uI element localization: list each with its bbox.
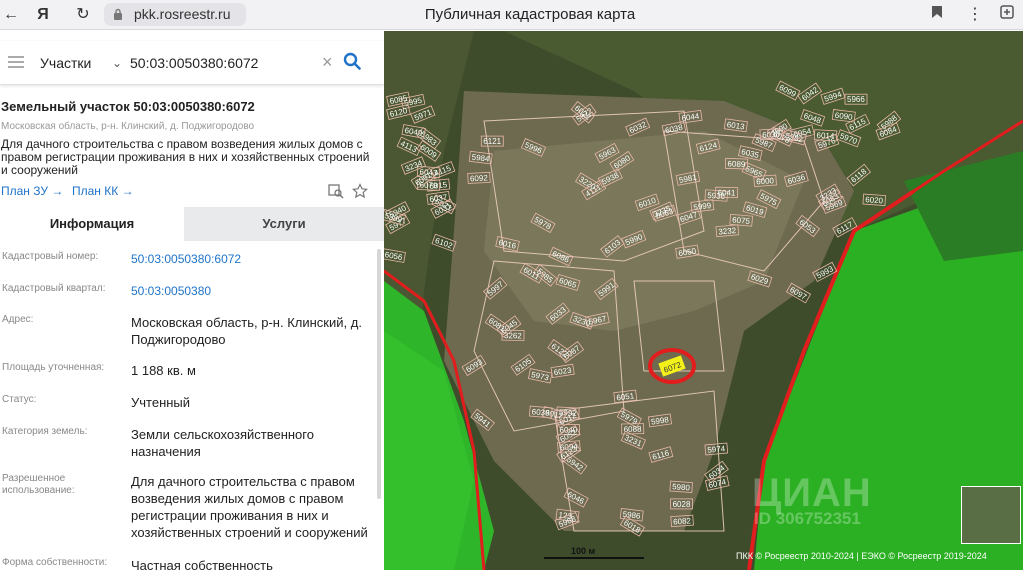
parcel-lot[interactable]: 6092 (467, 171, 491, 184)
info-panel: Участки ⌄ × Земельный участок 50:03:0050… (0, 31, 384, 570)
extension-icon[interactable] (996, 4, 1018, 26)
back-icon[interactable]: ← (0, 4, 22, 26)
bookmark-icon[interactable] (926, 4, 948, 26)
row-value: Учтенный (131, 395, 191, 410)
map-copyright: ПКК © Росреестр 2010-2024 | ЕЭКО © Росре… (736, 551, 987, 561)
parcel-lot[interactable]: 5974 (704, 442, 729, 456)
page-title: Публичная кадастровая карта (424, 6, 636, 23)
parcel-lot[interactable]: 6000 (753, 174, 777, 187)
parcel-lot-label: 5966 (847, 95, 865, 104)
row-value: Частная собственность (131, 558, 273, 570)
address-bar[interactable]: pkk.rosreestr.ru (104, 3, 246, 26)
row-label: Статус: (2, 394, 37, 405)
find-on-map-icon[interactable] (328, 183, 344, 199)
row-label: Адрес: (2, 314, 34, 325)
search-input[interactable] (130, 51, 320, 75)
parcel-lot-label: 6039 (531, 407, 550, 418)
search-type-select[interactable]: Участки (40, 41, 91, 85)
row-label: Форма собственности: (2, 557, 108, 568)
parcel-lot-label: 6121 (483, 137, 501, 146)
row-value: Земли сельскохозяйственного назначения (131, 427, 314, 459)
map-canvas[interactable]: 4111326212359655966594059385941594259366… (384, 31, 1023, 570)
parcel-lot[interactable]: 6014 (813, 129, 838, 142)
plan-zu-link[interactable]: План ЗУ → (1, 184, 63, 198)
parcel-lot[interactable]: 6121 (480, 135, 504, 147)
parcel-lot[interactable]: 5966 (844, 93, 868, 105)
parcel-description: Для дачного строительства с правом возве… (1, 137, 370, 177)
parcel-lot[interactable]: 6028 (670, 498, 694, 510)
tab-services[interactable]: Услуги (184, 207, 384, 241)
parcel-lot[interactable]: 6089 (724, 157, 749, 170)
parcel-lot-label: 6082 (673, 516, 692, 526)
row-label: Категория земель: (2, 426, 88, 437)
row-value: Для дачного строительства с правом возве… (131, 474, 368, 540)
parcel-lot[interactable]: 6075 (729, 213, 754, 227)
star-icon[interactable] (352, 183, 368, 199)
parcel-lot[interactable]: 6039 (528, 405, 553, 419)
row-value: 1 188 кв. м (131, 363, 196, 378)
search-icon[interactable] (343, 52, 361, 70)
parcel-lot[interactable]: 6041 (715, 186, 739, 198)
parcel-lot-label: 6020 (865, 195, 884, 205)
reload-icon[interactable]: ↻ (72, 4, 94, 26)
parcel-lot-label: 6089 (727, 159, 746, 169)
parcel-lot-label: 3232 (718, 226, 737, 237)
chevron-down-icon[interactable]: ⌄ (112, 56, 122, 70)
parcel-lot-label: 5980 (672, 482, 691, 492)
cian-watermark-id: ID 306752351 (754, 509, 861, 528)
yandex-logo-icon[interactable]: Я (32, 4, 54, 26)
lock-icon (114, 8, 122, 20)
search-bar: Участки ⌄ × (0, 41, 384, 85)
more-menu-icon[interactable]: ⋮ (964, 4, 986, 26)
panel-scrollbar[interactable] (377, 249, 381, 499)
parcel-lot-label: 6000 (756, 176, 775, 186)
parcel-lot-label: 6014 (816, 131, 835, 141)
parcel-lot[interactable]: 5984 (468, 150, 493, 165)
parcel-lot[interactable]: 6020 (862, 193, 887, 206)
parcel-lot[interactable]: 3232 (715, 224, 740, 238)
cadastral-quarter-link[interactable]: 50:03:0050380 (131, 283, 376, 300)
parcel-lot-label: 6075 (732, 215, 751, 226)
parcel-title: Земельный участок 50:03:0050380:6072 (1, 99, 255, 114)
row-label: Кадастровый квартал: (2, 283, 106, 294)
parcel-lot-label: 6028 (673, 500, 691, 509)
url-text: pkk.rosreestr.ru (134, 6, 231, 22)
cadastral-number-link[interactable]: 50:03:0050380:6072 (131, 251, 376, 268)
parcel-lot[interactable]: 6051 (613, 389, 638, 404)
minimap[interactable] (961, 486, 1021, 544)
parcel-lot[interactable]: 5980 (669, 480, 693, 493)
row-label: Площадь уточненная: (2, 362, 105, 373)
row-label: Разрешенное использование: (2, 473, 75, 496)
row-value: Московская область, р-н. Клинский, д. По… (131, 315, 362, 347)
cadastral-map[interactable]: 4111 3262 123 5965 5966 5940 5938 5941 5942 5936 6… (384, 31, 1023, 570)
plan-kk-link[interactable]: План КК → (72, 184, 134, 198)
tab-information[interactable]: Информация (0, 207, 184, 241)
hamburger-menu-icon[interactable] (8, 56, 24, 68)
row-label: Кадастровый номер: (2, 251, 99, 262)
browser-toolbar: ← Я ↻ pkk.rosreestr.ru Публичная кадастр… (0, 0, 1023, 30)
panel-tabs: Информация Услуги (0, 207, 384, 241)
parcel-lot[interactable]: 6090 (831, 109, 856, 123)
parcel-lot[interactable]: 6082 (670, 514, 694, 528)
parcel-address: Московская область, р-н. Клинский, д. По… (1, 121, 255, 132)
parcel-lot-label: 6041 (718, 188, 737, 197)
parcel-lot-label: 5974 (707, 444, 726, 455)
clear-icon[interactable]: × (322, 52, 333, 72)
scale-label: 100 м (571, 546, 596, 556)
parcel-lot-label: 6092 (470, 173, 489, 183)
